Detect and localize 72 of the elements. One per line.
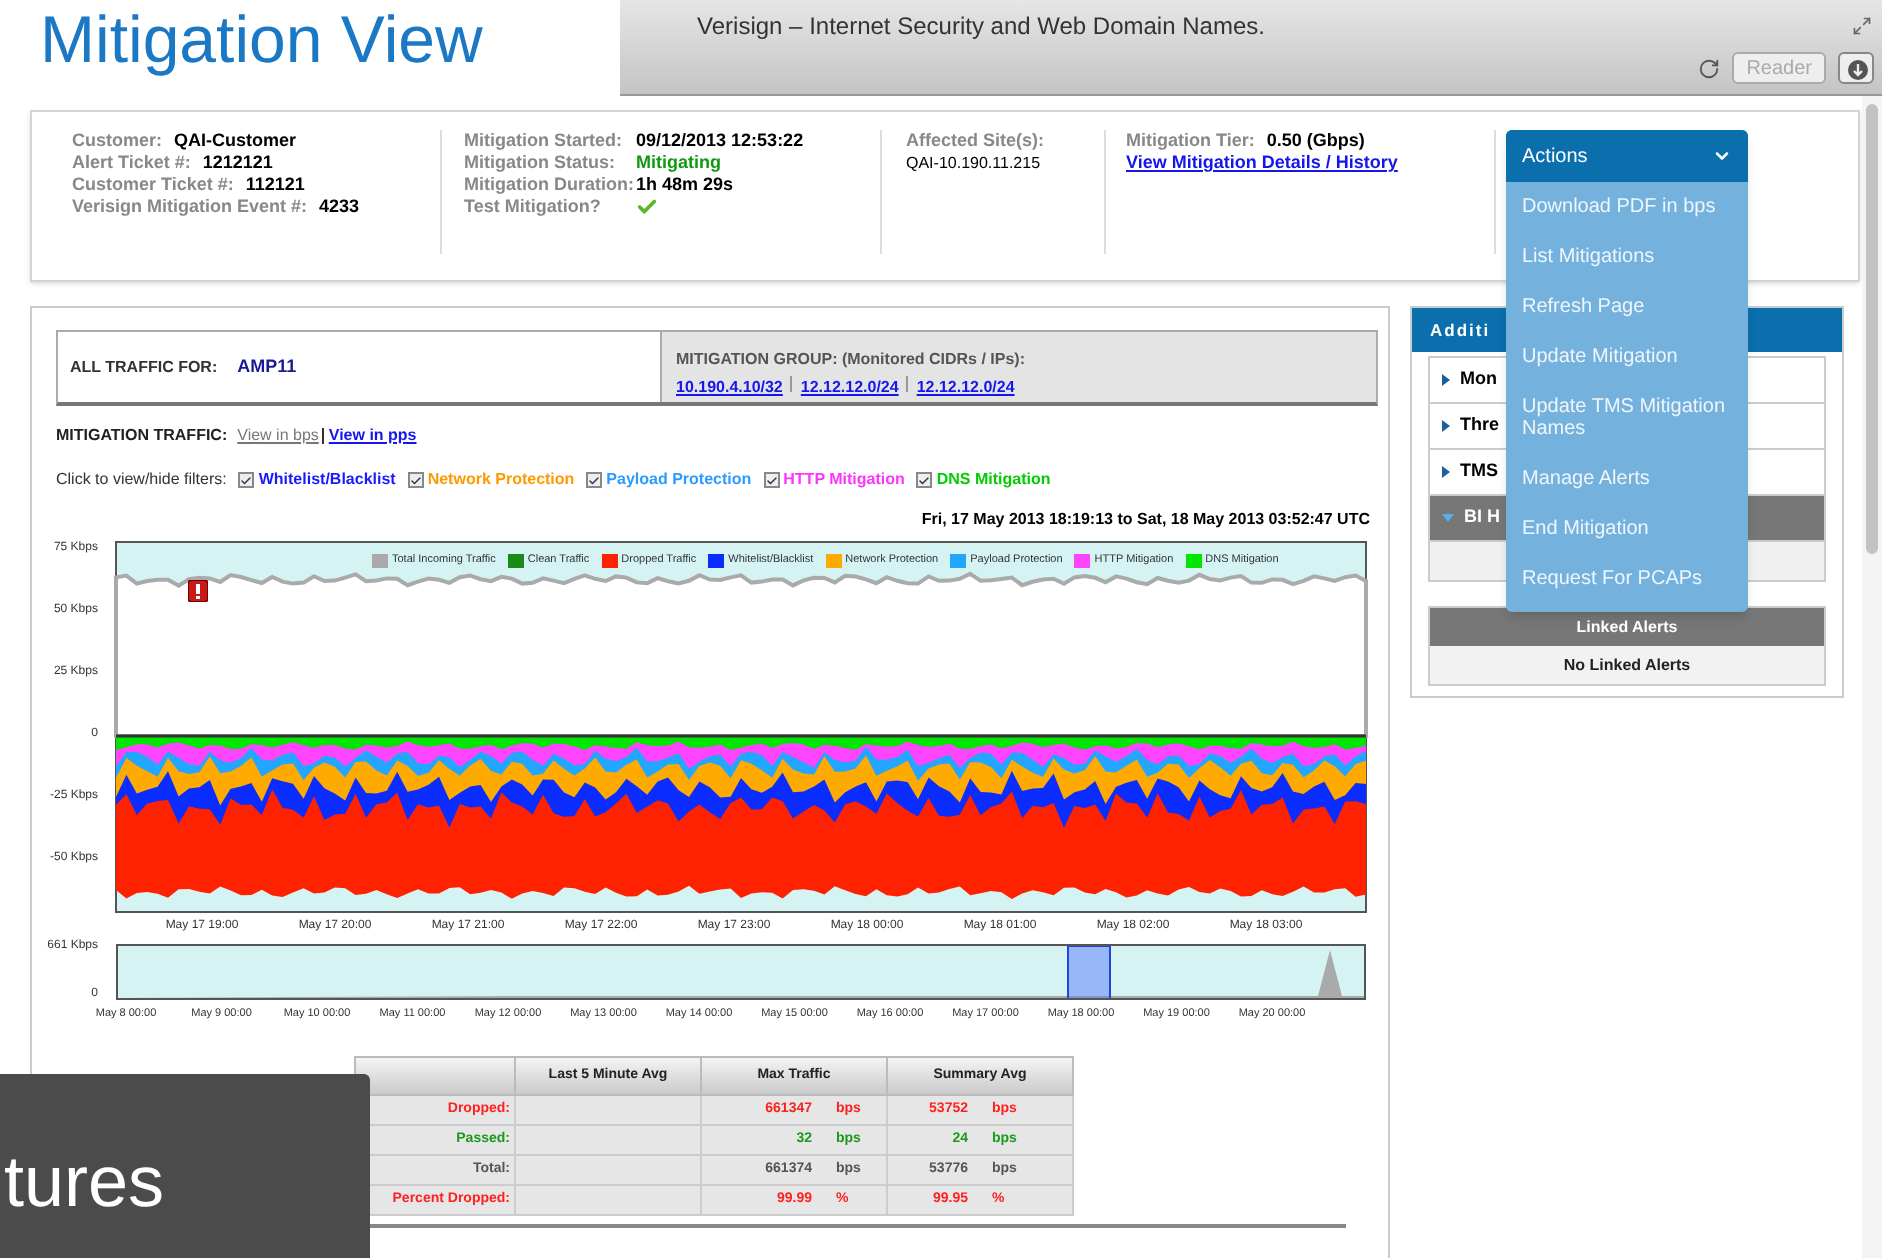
menu-item[interactable]: Refresh Page [1506,282,1748,332]
caret-down-icon [1442,514,1454,522]
menu-item[interactable]: Update TMS Mitigation Names [1506,382,1748,454]
traffic-target: AMP11 [237,353,297,380]
download-icon[interactable] [1838,52,1874,84]
menu-item[interactable]: List Mitigations [1506,232,1748,282]
filter-checkbox[interactable] [763,472,780,488]
field-label: Mitigation Duration: [464,174,636,196]
linked-alerts-header: Linked Alerts [1430,608,1824,646]
field-value: 1212121 [202,152,273,174]
cidr-link[interactable]: 12.12.12.0/24 [800,376,899,400]
alert-marker-icon[interactable] [188,580,208,602]
filter-label[interactable]: Payload Protection [606,468,752,492]
filter-label[interactable]: Network Protection [427,468,575,492]
filter-label[interactable]: HTTP Mitigation [783,468,905,492]
caret-right-icon [1442,466,1450,478]
menu-item[interactable]: Manage Alerts [1506,454,1748,504]
field-value: 09/12/2013 12:53:22 [636,130,804,152]
actions-button[interactable]: Actions [1506,130,1748,182]
linked-alerts-empty: No Linked Alerts [1430,646,1824,684]
menu-item[interactable]: Update Mitigation [1506,332,1748,382]
check-icon [918,473,931,487]
scrollbar[interactable] [1862,96,1882,1258]
menu-item[interactable]: Download PDF in bps [1506,182,1748,232]
filters-label: Click to view/hide filters: [56,468,227,492]
traffic-label: ALL TRAFFIC FOR: [70,355,218,379]
filter-checkbox[interactable] [407,472,424,488]
field-value: 0.50 (Gbps) [1266,130,1365,152]
filter-checkbox[interactable] [916,472,933,488]
field-value: QAI-Customer [174,130,297,152]
fullscreen-icon[interactable] [1852,16,1872,36]
filter-checkbox[interactable] [238,472,255,488]
field-value: QAI-10.190.11.215 [906,152,1043,174]
view-link[interactable]: View in bps [237,424,319,448]
caret-right-icon [1442,420,1450,432]
details-link[interactable]: View Mitigation Details / History [1126,152,1494,174]
overlay-title: Mitigation View [0,0,620,96]
panel-header: Additi [1430,317,1491,343]
cidr-link[interactable]: 12.12.12.0/24 [916,376,1015,400]
check-icon [240,473,253,487]
field-label: Customer Ticket #: [72,174,234,196]
field-label: Affected Site(s): [906,130,1047,152]
field-label: Verisign Mitigation Event #: [72,196,308,218]
filter-label[interactable]: DNS Mitigation [936,468,1051,492]
check-icon [765,473,778,487]
cidr-link[interactable]: 10.190.4.10/32 [676,376,783,400]
view-link[interactable]: View in pps [328,424,417,448]
filter-checkbox[interactable] [586,472,603,488]
field-value: 112121 [245,174,305,196]
field-label: Test Mitigation? [464,196,603,218]
menu-item[interactable]: Request For PCAPs [1506,554,1748,604]
filter-label[interactable]: Whitelist/Blacklist [258,468,396,492]
caret-icon [1712,146,1732,166]
group-label: MITIGATION GROUP: (Monitored CIDRs / IPs): [676,348,1028,372]
field-value: 1h 48m 29s [636,174,734,196]
view-label: MITIGATION TRAFFIC: [56,424,228,448]
overlay-caption: tures [0,1074,370,1258]
reload-icon[interactable] [1698,57,1721,79]
time-range: Fri, 17 May 2013 18:19:13 to Sat, 18 May 2013 03:52:47 UTC [921,508,1370,532]
browser-title: Verisign – Internet Security and Web Domain Names. [697,10,1265,44]
status-value: Mitigating [636,152,721,174]
field-label: Mitigation Status: [464,152,617,174]
field-label: Customer: [72,130,163,152]
check-icon [588,473,601,487]
caret-right-icon [1442,374,1450,386]
menu-item[interactable]: End Mitigation [1506,504,1748,554]
field-value: 4233 [319,196,360,218]
field-label: Mitigation Started: [464,130,624,152]
check-icon [409,473,422,487]
reader-button[interactable]: Reader [1732,52,1826,84]
field-label: Alert Ticket #: [72,152,191,174]
field-label: Mitigation Tier: [1126,130,1255,152]
